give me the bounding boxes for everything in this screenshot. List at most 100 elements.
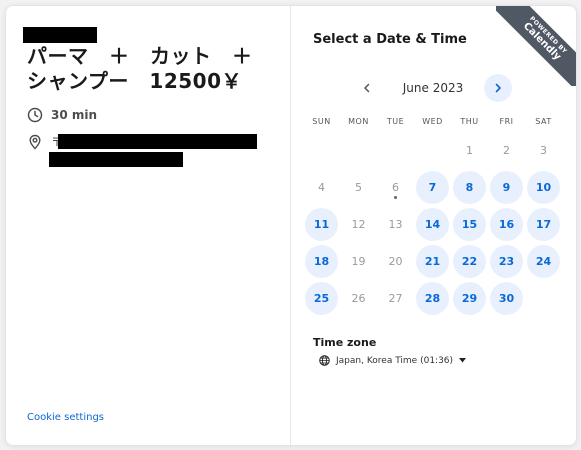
unavailable-day: 27 [388,292,403,305]
available-day-button[interactable]: 7 [416,171,449,204]
calendar-cell: 21 [414,243,451,280]
available-day-button[interactable]: 10 [527,171,560,204]
event-title: パーマ ＋ カット ＋ シャンプー 12500￥ [27,44,253,93]
weekday-label: FRI [499,117,514,126]
weekday-header: SUN MON TUE WED THU FRI SAT [303,112,567,132]
calendar-cell [414,132,451,169]
calendar-cell [525,280,562,317]
calendar-cell: 5 [340,169,377,206]
weekday-label: SAT [535,117,552,126]
unavailable-day: 4 [318,181,325,194]
calendar-cell: 29 [451,280,488,317]
calendar-cell: 9 [488,169,525,206]
calendar-cell: 15 [451,206,488,243]
calendar-cell: 19 [340,243,377,280]
current-month-label: June 2023 [402,81,464,95]
available-day-button[interactable]: 22 [453,245,486,278]
unavailable-day: 12 [351,218,366,231]
today-indicator-dot [394,196,397,199]
calendar-cell: 7 [414,169,451,206]
caret-down-icon [459,358,467,363]
chevron-right-icon [495,83,501,93]
unavailable-day: 1 [466,144,473,157]
calendar-cell [377,132,414,169]
calendar-cell: 12 [340,206,377,243]
previous-month-button[interactable] [353,74,381,102]
powered-by-calendly-badge[interactable]: POWERED BY Calendly [496,6,576,86]
available-day-button[interactable]: 21 [416,245,449,278]
calendar-cell [340,132,377,169]
cookie-settings-link[interactable]: Cookie settings [27,412,104,423]
calendar-cell: 1 [451,132,488,169]
calendar-weeks: 1 2 3 4 5 6 7 8 9 10 11 12 13 14 15 16 17 18 19 20 21 22 23 24 2… [303,132,567,317]
location-pin-icon [29,134,41,150]
calendar-cell: 10 [525,169,562,206]
unavailable-day: 2 [503,144,510,157]
calendar-cell: 14 [414,206,451,243]
calendar-cell: 18 [303,243,340,280]
calendar-cell [303,132,340,169]
redacted-address-line-2 [49,152,183,167]
calendar-cell: 30 [488,280,525,317]
calendar-week-row: 25 26 27 28 29 30 [303,280,567,317]
available-day-button[interactable]: 11 [305,208,338,241]
unavailable-day: 6 [392,181,399,194]
timezone-label: Time zone [313,336,377,349]
next-month-button[interactable] [484,74,512,102]
calendar-cell: 16 [488,206,525,243]
globe-icon [319,355,330,366]
redacted-address-line-1 [58,134,257,149]
calendar-cell: 28 [414,280,451,317]
available-day-button[interactable]: 24 [527,245,560,278]
calendar-cell: 26 [340,280,377,317]
calendar-cell: 6 [377,169,414,206]
calendar-cell: 17 [525,206,562,243]
clock-icon [27,107,43,123]
available-day-button[interactable]: 30 [490,282,523,315]
calendar-cell: 25 [303,280,340,317]
calendar-cell: 22 [451,243,488,280]
available-day-button[interactable]: 14 [416,208,449,241]
chevron-left-icon [364,83,370,93]
weekday-label: THU [460,117,479,126]
redacted-organizer-name [23,27,97,43]
calendar-cell: 8 [451,169,488,206]
available-day-button[interactable]: 28 [416,282,449,315]
calendar-cell: 11 [303,206,340,243]
available-day-button[interactable]: 29 [453,282,486,315]
badge-ribbon: POWERED BY Calendly [496,6,576,86]
weekday-label: WED [422,117,443,126]
unavailable-day: 5 [355,181,362,194]
available-day-button[interactable]: 8 [453,171,486,204]
booking-card: パーマ ＋ カット ＋ シャンプー 12500￥ 30 min 〒 Cookie… [5,5,577,446]
duration-row: 30 min [27,107,97,123]
calendar-week-row: 1 2 3 [303,132,567,169]
calendar-cell: 27 [377,280,414,317]
calendar-week-row: 11 12 13 14 15 16 17 [303,206,567,243]
calendar-week-row: 4 5 6 7 8 9 10 [303,169,567,206]
unavailable-day: 13 [388,218,403,231]
calendar-week-row: 18 19 20 21 22 23 24 [303,243,567,280]
available-day-button[interactable]: 9 [490,171,523,204]
available-day-button[interactable]: 15 [453,208,486,241]
calendar-cell: 3 [525,132,562,169]
available-day-button[interactable]: 18 [305,245,338,278]
calendar-cell: 2 [488,132,525,169]
weekday-label: TUE [386,117,405,126]
timezone-value: Japan, Korea Time (01:36) [336,355,454,366]
calendar-cell: 20 [377,243,414,280]
unavailable-day: 20 [388,255,403,268]
calendar-cell: 24 [525,243,562,280]
available-day-button[interactable]: 25 [305,282,338,315]
weekday-label: MON [348,117,369,126]
available-day-button[interactable]: 16 [490,208,523,241]
calendar-cell: 4 [303,169,340,206]
unavailable-day: 26 [351,292,366,305]
calendar-cell: 13 [377,206,414,243]
timezone-select[interactable]: Japan, Korea Time (01:36) [319,355,467,366]
calendar-heading: Select a Date & Time [313,32,467,47]
available-day-button[interactable]: 17 [527,208,560,241]
panel-divider [290,6,291,445]
available-day-button[interactable]: 23 [490,245,523,278]
weekday-label: SUN [312,117,331,126]
